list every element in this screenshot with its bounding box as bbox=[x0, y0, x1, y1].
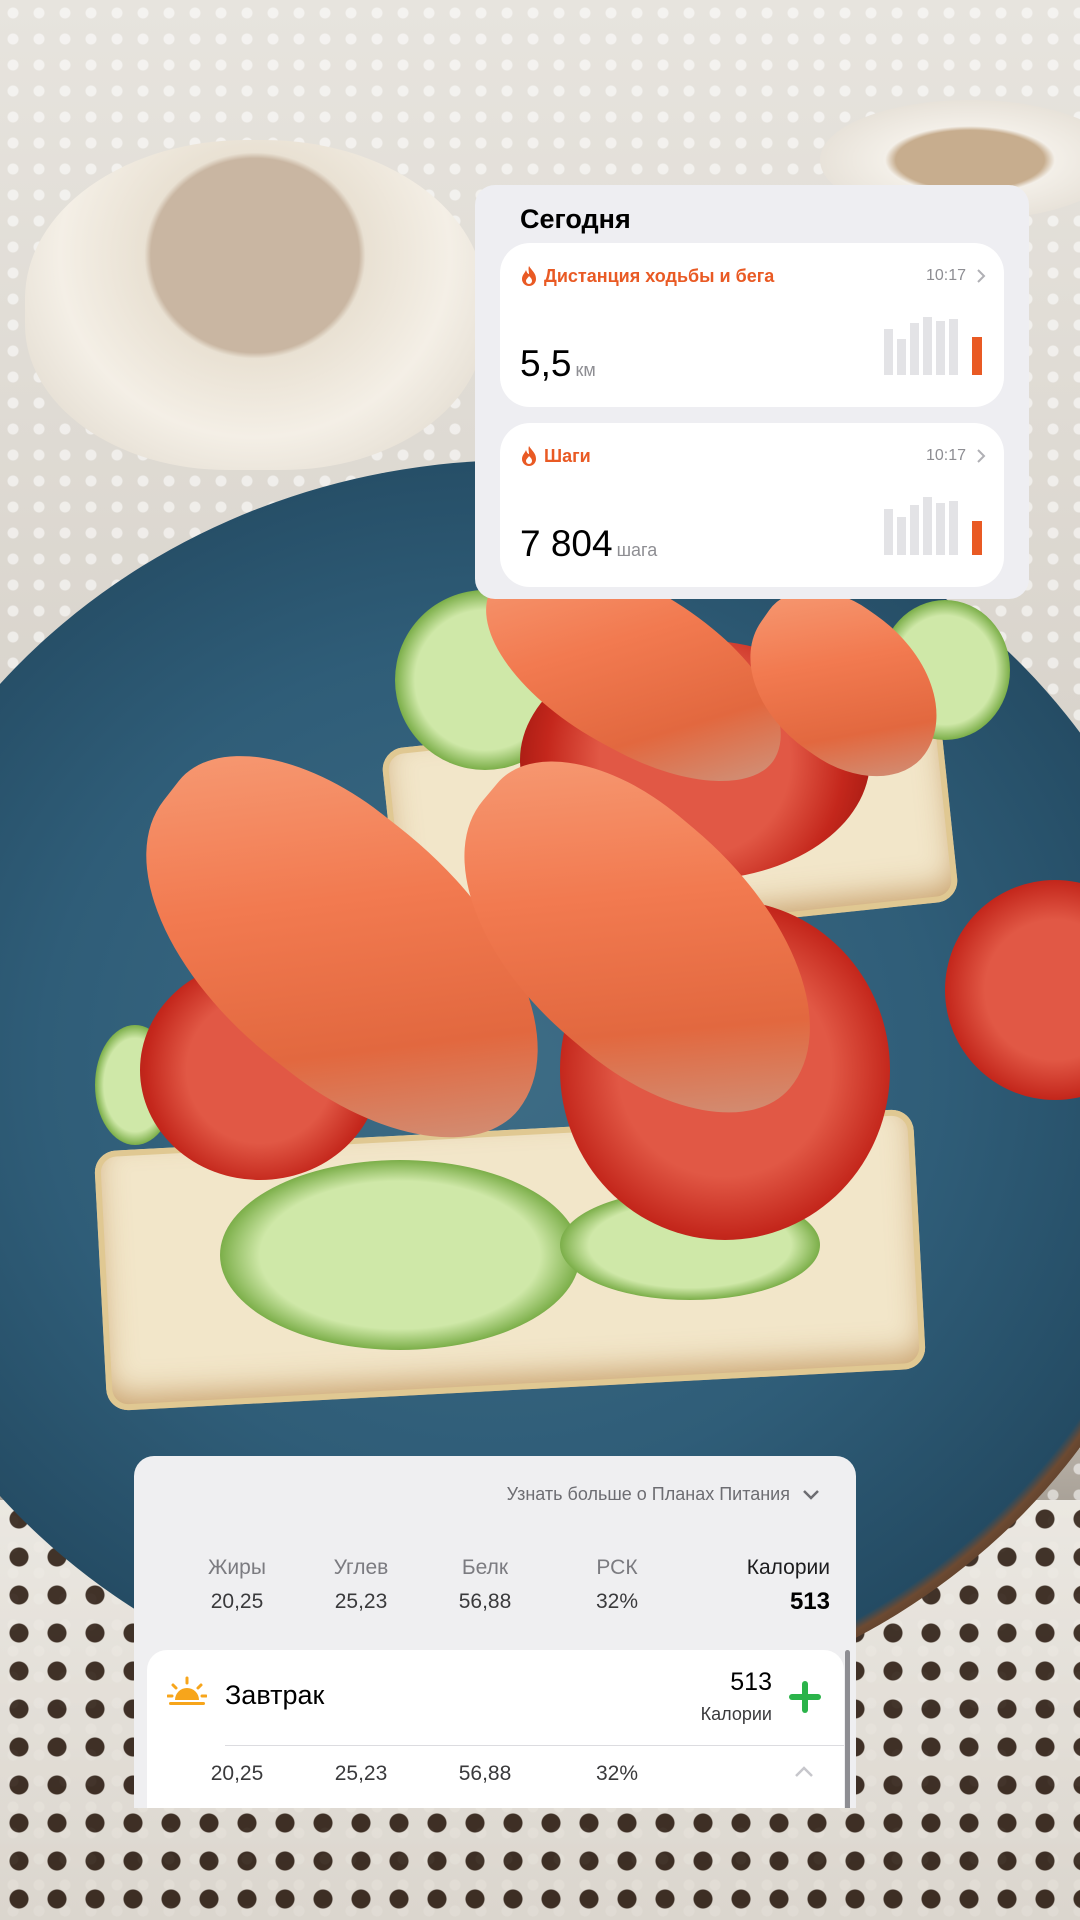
metric-label: Шаги bbox=[544, 445, 591, 466]
divider bbox=[225, 1745, 844, 1746]
calories-header: Калории bbox=[746, 1556, 830, 1579]
meal-protein: 56,88 bbox=[458, 1762, 512, 1785]
walking-distance-card[interactable]: Дистанция ходьбы и бега 10:17 5,5 км bbox=[500, 243, 1004, 407]
protein-column: Белк 56,88 bbox=[430, 1556, 540, 1614]
learn-more-link[interactable]: Узнать больше о Планах Питания bbox=[507, 1484, 820, 1505]
flame-icon bbox=[522, 446, 536, 466]
fat-column: Жиры 20,25 bbox=[182, 1556, 292, 1614]
protein-total: 56,88 bbox=[458, 1590, 512, 1613]
calories-column: Калории 513 bbox=[700, 1556, 830, 1616]
cucumber-slice bbox=[220, 1160, 580, 1350]
carbs-column: Углев 25,23 bbox=[306, 1556, 416, 1614]
nutrition-totals: Жиры 20,25 Углев 25,23 Белк 56,88 РСК 32… bbox=[134, 1556, 856, 1626]
sunrise-icon bbox=[167, 1676, 207, 1705]
breakfast-row[interactable]: Завтрак 513 Калории 20,25 25,23 56,88 32… bbox=[147, 1650, 844, 1808]
protein-header: Белк bbox=[461, 1556, 509, 1579]
metric-value: 7 804 шага bbox=[520, 523, 658, 564]
meal-calories: 513 bbox=[730, 1668, 772, 1696]
steps-card[interactable]: Шаги 10:17 7 804 шага bbox=[500, 423, 1004, 587]
nutrition-panel: Узнать больше о Планах Питания Жиры 20,2… bbox=[134, 1456, 856, 1808]
meal-fat: 20,25 bbox=[210, 1762, 264, 1785]
chevron-down-icon bbox=[803, 1489, 819, 1500]
calories-total: 513 bbox=[789, 1588, 830, 1615]
chevron-right-icon bbox=[977, 449, 986, 463]
rsk-header: РСК bbox=[596, 1556, 638, 1579]
fat-total: 20,25 bbox=[210, 1590, 264, 1613]
meal-carbs: 25,23 bbox=[334, 1762, 388, 1785]
bowl bbox=[25, 140, 485, 470]
metric-value: 5,5 км bbox=[520, 343, 596, 384]
metric-time: 10:17 bbox=[925, 447, 966, 464]
learn-more-label: Узнать больше о Планах Питания bbox=[506, 1484, 790, 1504]
mini-bar-chart bbox=[884, 497, 982, 555]
meal-name: Завтрак bbox=[225, 1680, 325, 1710]
today-card: Сегодня Дистанция ходьбы и бега 10:17 5,… bbox=[475, 185, 1029, 599]
mini-bar-chart bbox=[884, 317, 982, 375]
add-food-button[interactable] bbox=[788, 1680, 822, 1714]
carbs-header: Углев bbox=[333, 1556, 389, 1579]
chevron-up-icon[interactable] bbox=[794, 1766, 814, 1778]
today-title: Сегодня bbox=[520, 204, 631, 234]
rsk-column: РСК 32% bbox=[562, 1556, 672, 1614]
rsk-total: 32% bbox=[595, 1590, 639, 1613]
meal-rsk: 32% bbox=[595, 1762, 639, 1785]
fat-header: Жиры bbox=[208, 1556, 266, 1579]
metric-label: Дистанция ходьбы и бега bbox=[544, 265, 775, 286]
carbs-total: 25,23 bbox=[334, 1590, 388, 1613]
metric-unit: км bbox=[575, 360, 596, 380]
metric-time: 10:17 bbox=[925, 267, 966, 284]
scrollbar[interactable] bbox=[845, 1650, 850, 1808]
metric-unit: шага bbox=[616, 540, 658, 560]
flame-icon bbox=[522, 266, 536, 286]
chevron-right-icon bbox=[977, 269, 986, 283]
meal-calories-label: Калории bbox=[700, 1704, 772, 1724]
